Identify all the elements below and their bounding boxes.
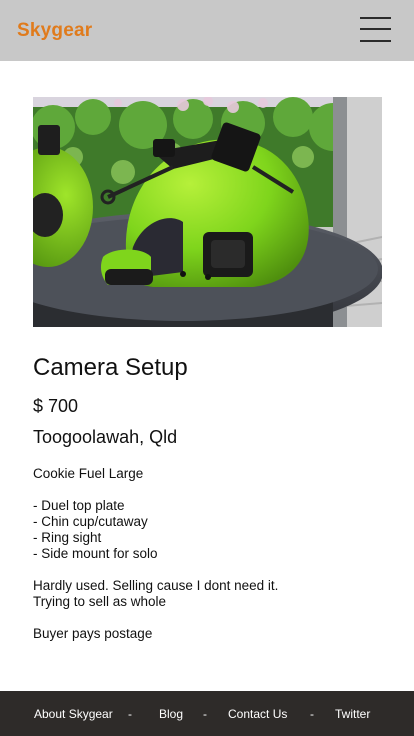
description-note: Hardly used. Selling cause I dont need i… [33,578,383,610]
app-footer: About Skygear - Blog - Contact Us - Twit… [0,691,414,736]
footer-separator: - [203,707,207,721]
listing-photo[interactable] [33,97,382,327]
helmet-photo [33,97,382,327]
feature-item: - Side mount for solo [33,546,158,561]
footer-separator: - [310,707,314,721]
note-line: Trying to sell as whole [33,594,167,609]
app-header: Skygear [0,0,414,61]
shipping-note: Buyer pays postage [33,626,153,641]
footer-link-twitter[interactable]: Twitter [335,707,370,721]
feature-item: - Ring sight [33,530,102,545]
skygear-logo[interactable]: Skygear [17,20,92,42]
footer-separator: - [128,707,132,721]
hamburger-menu-icon [360,17,391,19]
listing-description: Cookie Fuel Large - Duel top plate - Chi… [33,466,383,642]
footer-link-contact[interactable]: Contact Us [228,707,287,721]
listing-location: Toogoolawah, Qld [33,427,178,447]
description-intro: Cookie Fuel Large [33,466,144,481]
footer-link-about[interactable]: About Skygear [34,707,113,721]
listing-price: $ 700 [33,396,79,416]
menu-button[interactable] [360,17,392,43]
note-line: Hardly used. Selling cause I dont need i… [33,578,279,593]
feature-item: - Chin cup/cutaway [33,514,148,529]
footer-link-blog[interactable]: Blog [159,707,183,721]
feature-item: - Duel top plate [33,498,125,513]
listing-title: Camera Setup [33,354,188,381]
feature-list: - Duel top plate - Chin cup/cutaway - Ri… [33,498,383,562]
